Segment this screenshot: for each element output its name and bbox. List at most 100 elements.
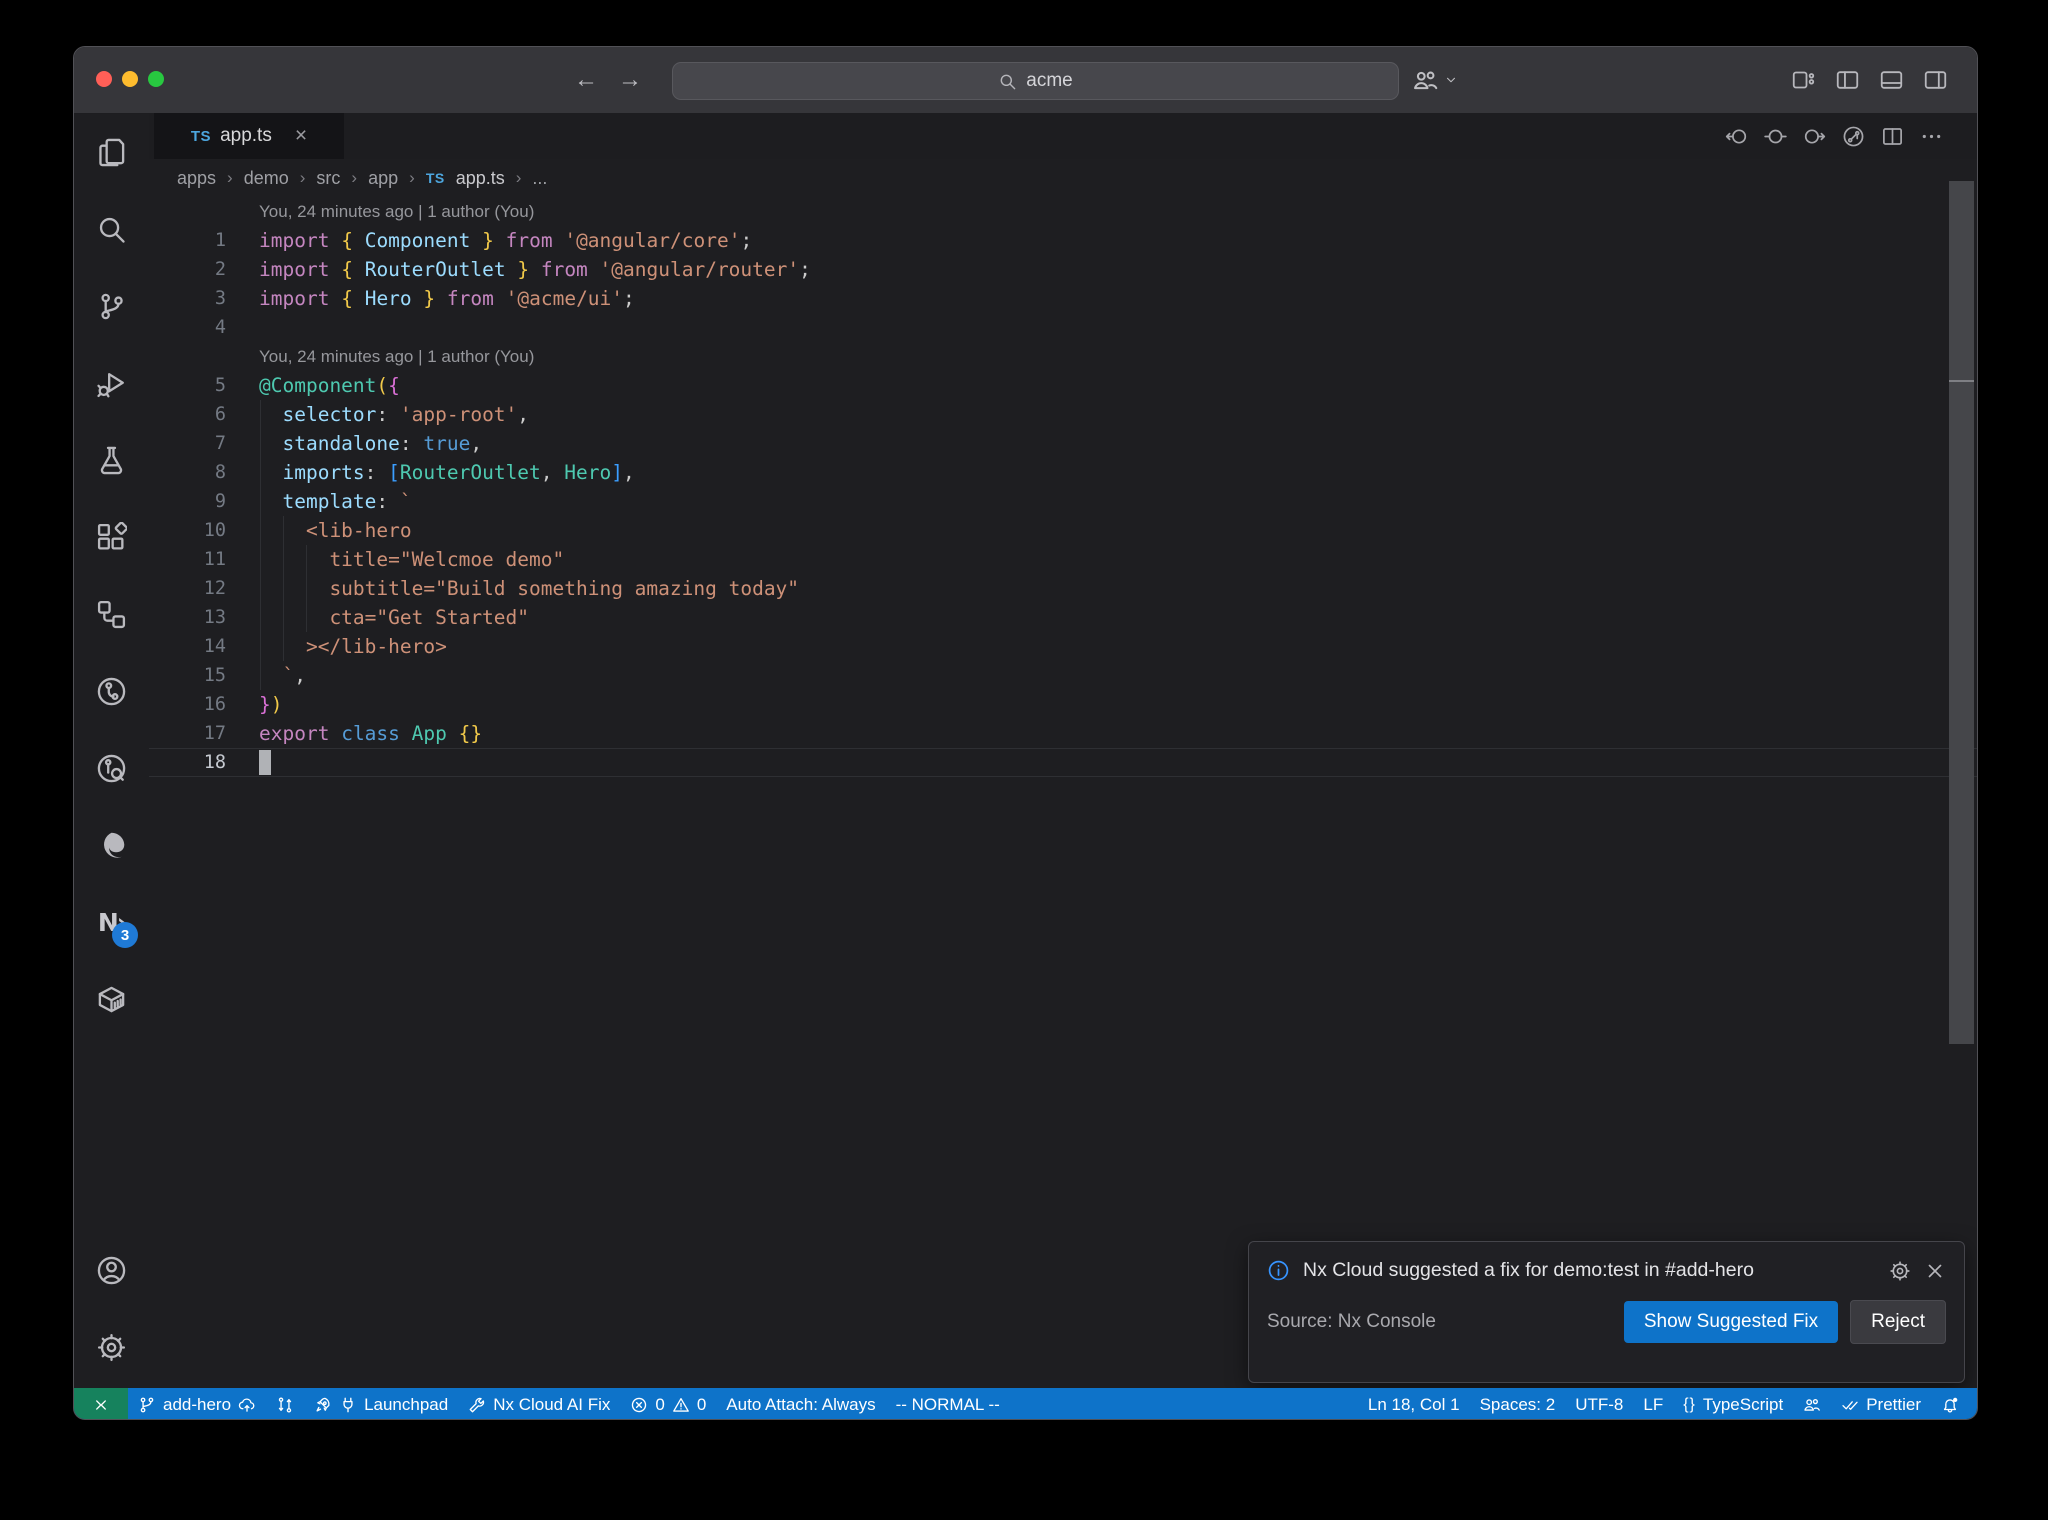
activity-bar-item-containers[interactable] <box>74 961 149 1038</box>
breadcrumb-separator: › <box>515 168 522 187</box>
notification-settings-icon[interactable] <box>1889 1260 1911 1282</box>
status-text: Spaces: 2 <box>1479 1394 1556 1414</box>
status-indentation[interactable]: Spaces: 2 <box>1470 1388 1566 1419</box>
explorer-icon <box>96 137 127 168</box>
commit-search-icon <box>96 753 127 784</box>
status-vim-mode[interactable]: -- NORMAL -- <box>886 1388 1010 1419</box>
history-forward-icon[interactable]: → <box>618 66 642 94</box>
activity-bar-item-nx-console[interactable]: N› 3 <box>74 884 149 961</box>
people-icon <box>1803 1396 1821 1414</box>
tab-close-icon[interactable]: × <box>295 124 307 148</box>
code-editor[interactable]: You, 24 minutes ago | 1 author (You) 1 imp… <box>74 197 1977 1388</box>
breadcrumb-separator: › <box>227 168 233 187</box>
source-control-icon <box>96 291 127 322</box>
code-line-5: 5 @Component({ <box>74 371 1977 400</box>
status-problems[interactable]: 00 <box>620 1388 716 1419</box>
show-suggested-fix-button[interactable]: Show Suggested Fix <box>1623 1301 1839 1343</box>
status-launchpad[interactable]: Launchpad <box>304 1388 458 1419</box>
activity-bar-item-run-and-debug[interactable] <box>74 345 149 422</box>
project-hierarchy-icon <box>96 599 127 630</box>
activity-bar-item-accounts[interactable] <box>74 1232 149 1309</box>
status-language-mode[interactable]: {} TypeScript <box>1673 1388 1793 1419</box>
nav-back-icon[interactable] <box>1725 125 1748 148</box>
check-double-icon <box>1841 1396 1859 1414</box>
tab-app-ts[interactable]: TS app.ts × <box>154 113 344 159</box>
breadcrumb-file[interactable]: app.ts <box>456 168 505 189</box>
plug-icon <box>339 1396 357 1414</box>
titlebar: ← → acme <box>74 47 1977 114</box>
layout-sidebar-right-icon[interactable] <box>1922 68 1949 92</box>
badge: 3 <box>112 922 138 948</box>
search-icon <box>96 214 127 245</box>
breadcrumb-item-src[interactable]: src <box>316 168 340 189</box>
status-notifications-bell[interactable] <box>1931 1388 1969 1419</box>
breadcrumb-separator: › <box>299 168 306 187</box>
code-line-18: 18 <box>74 748 1977 777</box>
zoom-button[interactable] <box>148 71 164 87</box>
timeline-icon[interactable] <box>1764 125 1787 148</box>
chevron-down-icon <box>1444 73 1458 87</box>
search-value: acme <box>1026 70 1073 91</box>
command-center-search[interactable]: acme <box>672 62 1399 100</box>
tab-label: app.ts <box>220 125 272 146</box>
nav-forward-icon[interactable] <box>1803 125 1826 148</box>
text-cursor <box>259 749 271 775</box>
status-cursor-position[interactable]: Ln 18, Col 1 <box>1358 1388 1470 1419</box>
status-branch-add-hero[interactable]: add-hero <box>128 1388 266 1419</box>
history-back-icon[interactable]: ← <box>574 66 598 94</box>
code-line-10: 10 <lib-hero <box>74 516 1977 545</box>
status-formatter-prettier[interactable]: Prettier <box>1831 1388 1931 1419</box>
close-button[interactable] <box>96 71 112 87</box>
activity-bar-item-search[interactable] <box>74 191 149 268</box>
breadcrumb-overflow[interactable]: ... <box>532 168 547 189</box>
indent-guide <box>260 400 261 690</box>
activity-bar-item-testing[interactable] <box>74 422 149 499</box>
git-graph-icon <box>96 676 127 707</box>
status-text: Auto Attach: Always <box>726 1394 876 1414</box>
activity-bar-item-source-control[interactable] <box>74 268 149 345</box>
customize-layout-icon[interactable] <box>1790 68 1817 92</box>
breadcrumb-separator: › <box>351 168 358 187</box>
status-nx-cloud-ai-fix[interactable]: Nx Cloud AI Fix <box>458 1388 620 1419</box>
activity-bar-item-extensions[interactable] <box>74 499 149 576</box>
code-line-14: 14 ></lib-hero> <box>74 632 1977 661</box>
activity-bar-item-commit-search[interactable] <box>74 730 149 807</box>
git-blame-annotation: You, 24 minutes ago | 1 author (You) <box>259 347 535 366</box>
graph-run-icon[interactable] <box>1842 125 1865 148</box>
scrollbar[interactable] <box>1949 181 1974 1044</box>
code-line-6: 6 selector: 'app-root', <box>74 400 1977 429</box>
status-eol-sequence[interactable]: LF <box>1633 1388 1673 1419</box>
status-text: Ln 18, Col 1 <box>1367 1394 1460 1414</box>
notification-close-icon[interactable] <box>1924 1260 1946 1282</box>
code-line-12: 12 subtitle="Build something amazing tod… <box>74 574 1977 603</box>
status-remote-indicator[interactable] <box>74 1388 128 1419</box>
run-and-debug-icon <box>96 368 127 399</box>
status-auto-attach[interactable]: Auto Attach: Always <box>716 1388 885 1419</box>
breadcrumb-item-app[interactable]: app <box>368 168 398 189</box>
compare-icon <box>276 1396 294 1414</box>
status-encoding[interactable]: UTF-8 <box>1565 1388 1633 1419</box>
activity-bar-item-settings[interactable] <box>74 1309 149 1386</box>
split-editor-icon[interactable] <box>1881 125 1904 148</box>
breadcrumb-item-demo[interactable]: demo <box>244 168 289 189</box>
minimize-button[interactable] <box>122 71 138 87</box>
code-rows: You, 24 minutes ago | 1 author (You) 1 imp… <box>74 197 1977 777</box>
breadcrumb: apps › demo › src › app › TS app.ts ›... <box>74 159 1977 197</box>
activity-bar-item-project-hierarchy[interactable] <box>74 576 149 653</box>
bell-dot-icon <box>1941 1396 1959 1414</box>
profiles-menu[interactable] <box>1412 47 1458 113</box>
notification-source: Source: Nx Console <box>1267 1311 1436 1332</box>
wrench-icon <box>468 1396 486 1414</box>
activity-bar-item-edge-devtools[interactable] <box>74 807 149 884</box>
more-icon[interactable] <box>1920 125 1943 148</box>
status-git-compare[interactable] <box>266 1388 304 1419</box>
activity-bar-item-explorer[interactable] <box>74 114 149 191</box>
layout-sidebar-left-icon[interactable] <box>1834 68 1861 92</box>
breadcrumb-item-apps[interactable]: apps <box>177 168 216 189</box>
extensions-icon <box>96 522 127 553</box>
status-live-share[interactable] <box>1793 1388 1831 1419</box>
reject-button[interactable]: Reject <box>1850 1300 1946 1344</box>
layout-panel-icon[interactable] <box>1878 68 1905 92</box>
activity-bar-item-git-graph[interactable] <box>74 653 149 730</box>
activity-bar: N› 3 <box>74 114 149 1388</box>
